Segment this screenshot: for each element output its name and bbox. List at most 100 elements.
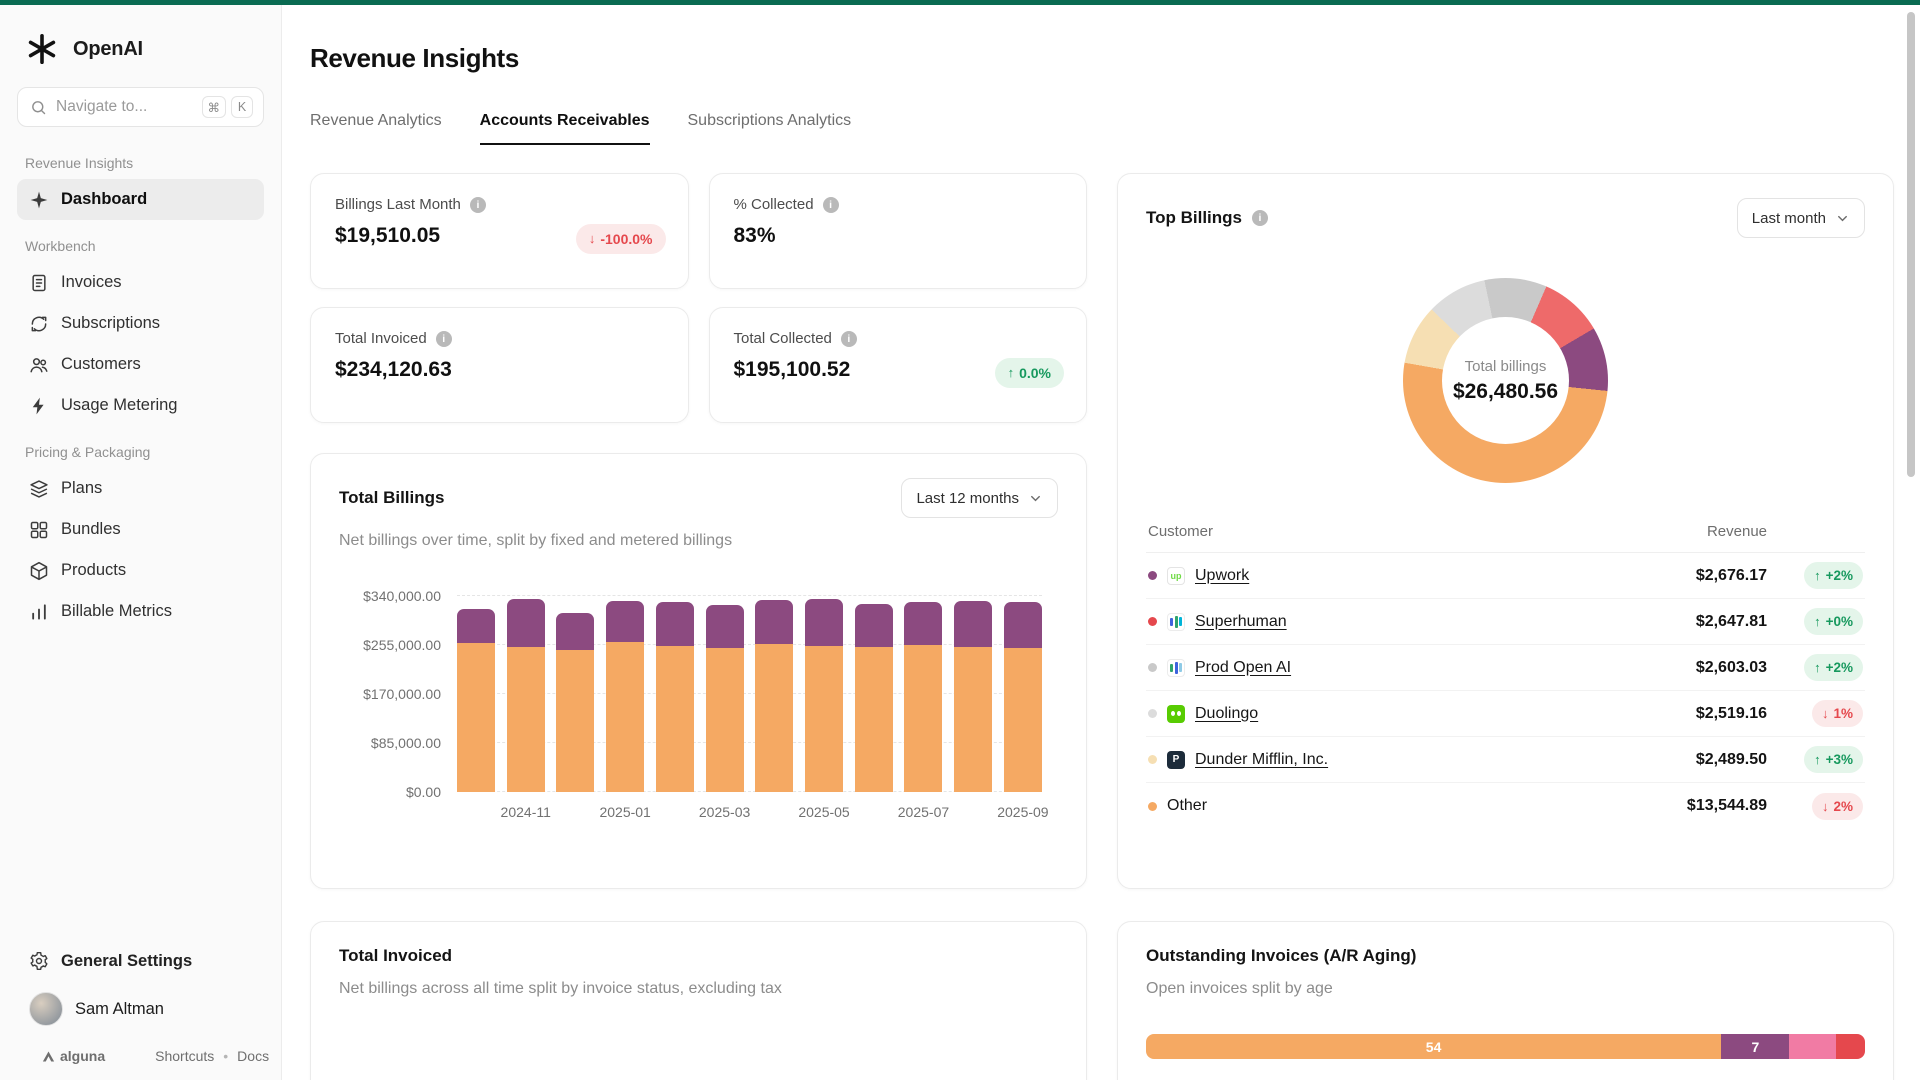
bar-segment-metered (805, 599, 843, 645)
bar-2025-07[interactable] (904, 596, 942, 792)
bar-2025-04[interactable] (755, 596, 793, 792)
nav-section-label: Pricing & Packaging (25, 444, 256, 460)
bar-2025-05[interactable] (805, 596, 843, 792)
info-icon[interactable]: i (1252, 210, 1268, 226)
change-badge: ↑0.0% (995, 358, 1064, 388)
sidebar-item-dashboard[interactable]: Dashboard (17, 179, 264, 220)
bar-segment-fixed (855, 647, 893, 792)
aging-segment-0: 54 (1146, 1034, 1721, 1059)
bar-segment-metered (507, 599, 545, 647)
arrow-down-icon: ↓ (589, 231, 596, 246)
user-menu[interactable]: Sam Altman (17, 983, 264, 1036)
total-invoiced-subtitle: Net billings across all time split by in… (339, 980, 1058, 998)
x-slot: 2025-05 (805, 804, 843, 824)
content-grid: Billings Last Monthi$19,510.05↓-100.0%% … (310, 173, 1894, 1080)
aging-bar[interactable]: 54 7 (1146, 1034, 1865, 1059)
bar-2024-11[interactable] (507, 596, 545, 792)
billings-bar-chart: $0.00$85,000.00$170,000.00$255,000.00$34… (339, 596, 1042, 824)
sidebar-item-bundles[interactable]: Bundles (17, 509, 264, 550)
bar-2025-03[interactable] (706, 596, 744, 792)
general-settings-button[interactable]: General Settings (17, 939, 264, 983)
badge-cell: ↑+2% (1804, 654, 1863, 681)
sidebar-item-products[interactable]: Products (17, 550, 264, 591)
billable-metrics-icon (29, 602, 49, 622)
x-slot: 2025-01 (606, 804, 644, 824)
bar-2024-10[interactable] (457, 596, 495, 792)
change-badge: ↓2% (1812, 793, 1863, 820)
legend-dot (1148, 663, 1157, 672)
table-row-prod-open-ai: Prod Open AI $2,603.03 ↑+2% (1146, 645, 1865, 691)
workspace-logo-row[interactable]: OpenAI (0, 5, 281, 81)
total-billings-subtitle: Net billings over time, split by fixed a… (339, 532, 1058, 550)
nav-section-label: Workbench (25, 238, 256, 254)
vertical-scrollbar[interactable] (1907, 12, 1915, 477)
stat-value: $234,120.63 (335, 358, 664, 382)
ar-aging-card: Outstanding Invoices (A/R Aging) Open in… (1117, 921, 1894, 1080)
sidebar-item-plans[interactable]: Plans (17, 468, 264, 509)
bar-2025-02[interactable] (656, 596, 694, 792)
billings-range-select[interactable]: Last 12 months (901, 478, 1058, 518)
change-badge: ↑+0% (1804, 608, 1863, 635)
sidebar: OpenAI Navigate to... ⌘K Revenue Insight… (0, 5, 282, 1080)
bar-segment-fixed (656, 646, 694, 792)
stat-label-text: Total Collected (734, 330, 832, 347)
tab-subscriptions-analytics[interactable]: Subscriptions Analytics (688, 112, 852, 145)
info-icon[interactable]: i (841, 331, 857, 347)
top-billings-table: Customer Revenue upUpwork$2,676.17↑+2%Su… (1146, 523, 1865, 829)
stat-card-collected: % Collectedi83% (709, 173, 1088, 289)
bar-2024-12[interactable] (556, 596, 594, 792)
table-row-dunder-mifflin-inc: PDunder Mifflin, Inc.$2,489.50↑+3% (1146, 737, 1865, 783)
info-icon[interactable]: i (470, 197, 486, 213)
info-icon[interactable]: i (823, 197, 839, 213)
total-billings-title: Total Billings (339, 488, 444, 508)
donut-wrap: Total billings $26,480.56 (1146, 278, 1865, 483)
aging-segment-1: 7 (1721, 1034, 1789, 1059)
footer-link-docs[interactable]: Docs (237, 1048, 269, 1064)
sidebar-item-subscriptions[interactable]: Subscriptions (17, 303, 264, 344)
search-input[interactable]: Navigate to... ⌘K (17, 87, 264, 127)
aging-segment-label: 7 (1751, 1039, 1759, 1055)
bar-segment-fixed (457, 643, 495, 792)
sidebar-item-invoices[interactable]: Invoices (17, 262, 264, 303)
badge-cell: ↓1% (1812, 700, 1863, 727)
aging-segment-3 (1836, 1034, 1865, 1059)
bar-2025-06[interactable] (855, 596, 893, 792)
bar-2025-09[interactable] (1004, 596, 1042, 792)
donut-chart[interactable]: Total billings $26,480.56 (1403, 278, 1608, 483)
bar-2025-08[interactable] (954, 596, 992, 792)
sidebar-item-label: Usage Metering (61, 396, 177, 415)
x-tick-label: 2024-11 (501, 804, 551, 820)
x-tick-label: 2025-07 (898, 804, 949, 820)
bar-2025-01[interactable] (606, 596, 644, 792)
sidebar-item-customers[interactable]: Customers (17, 344, 264, 385)
donut-center-label: Total billings (1465, 358, 1547, 375)
revenue-value: $2,603.03 (1597, 659, 1767, 677)
tab-revenue-analytics[interactable]: Revenue Analytics (310, 112, 442, 145)
sidebar-item-label: Customers (61, 355, 141, 374)
customer-link[interactable]: Prod Open AI (1195, 659, 1291, 677)
arrow-up-icon: ↑ (1814, 660, 1821, 675)
plans-icon (29, 479, 49, 499)
sidebar-item-usage-metering[interactable]: Usage Metering (17, 385, 264, 426)
top-billings-range-select[interactable]: Last month (1737, 198, 1865, 238)
y-axis: $0.00$85,000.00$170,000.00$255,000.00$34… (339, 596, 457, 792)
dunder-mifflin-logo: P (1167, 751, 1185, 769)
x-axis: 2024-112025-012025-032025-052025-072025-… (457, 804, 1042, 824)
tab-bar: Revenue Analytics Accounts Receivables Sub… (310, 112, 1894, 145)
stat-card-total-collected: Total Collectedi$195,100.52↑0.0% (709, 307, 1088, 423)
alguna-brand-link[interactable]: alguna (41, 1048, 105, 1064)
x-slot (457, 804, 495, 824)
info-icon[interactable]: i (436, 331, 452, 347)
customer-link[interactable]: Upwork (1195, 567, 1249, 585)
customer-link[interactable]: Duolingo (1195, 705, 1258, 723)
sidebar-bottom: General Settings Sam Altman alguna Short… (0, 939, 281, 1080)
stat-label: % Collectedi (734, 196, 1063, 213)
customer-link[interactable]: Dunder Mifflin, Inc. (1195, 751, 1328, 769)
x-tick-label: 2025-09 (997, 804, 1048, 820)
sidebar-item-billable-metrics[interactable]: Billable Metrics (17, 591, 264, 632)
footer-link-shortcuts[interactable]: Shortcuts (155, 1048, 214, 1064)
customer-link[interactable]: Superhuman (1195, 613, 1287, 631)
bar-segment-metered (855, 604, 893, 647)
tab-accounts-receivables[interactable]: Accounts Receivables (480, 112, 650, 145)
x-slot (656, 804, 694, 824)
